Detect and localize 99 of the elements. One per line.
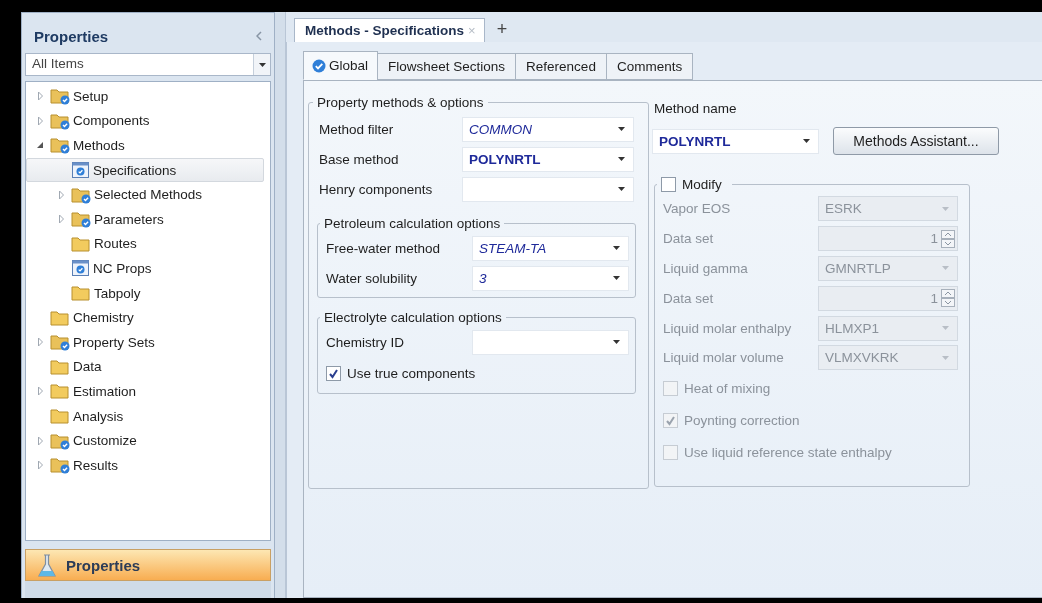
field-label: Method name xyxy=(654,101,738,118)
folder-icon xyxy=(71,284,91,303)
field-label: Vapor EOS xyxy=(663,201,732,217)
field-label: Free-water method xyxy=(326,240,442,256)
expand-arrow-icon[interactable] xyxy=(36,337,44,348)
dropdown-arrow-icon xyxy=(613,340,620,344)
checkbox-label: Poynting correction xyxy=(684,413,800,429)
folder-check-icon xyxy=(50,333,70,352)
checkbox-label: Use true components xyxy=(347,365,476,381)
tree-item[interactable]: Tabpoly xyxy=(26,280,264,306)
tree-item[interactable]: Methods xyxy=(26,133,264,158)
methods-assistant-button[interactable]: Methods Assistant... xyxy=(833,127,999,155)
tree-item[interactable]: Data xyxy=(26,354,264,380)
folder-icon xyxy=(50,407,70,425)
dropdown-field[interactable] xyxy=(472,329,629,355)
dropdown-arrow-icon xyxy=(613,246,620,250)
dropdown-arrow-icon xyxy=(942,206,949,211)
dropdown-field[interactable]: POLYNRTL xyxy=(652,128,819,154)
checkmark-icon xyxy=(328,367,339,379)
tree-item[interactable]: Routes xyxy=(26,231,264,257)
expand-arrow-icon[interactable] xyxy=(36,435,44,446)
expand-arrow-icon[interactable] xyxy=(36,460,44,471)
folder-check-icon xyxy=(50,87,70,106)
field-label: Water solubility xyxy=(326,270,419,286)
dropdown-field[interactable]: STEAM-TA xyxy=(472,235,629,261)
expanded-arrow-icon[interactable] xyxy=(36,141,44,150)
field-label: Data set xyxy=(663,290,715,306)
tab[interactable]: Referenced xyxy=(515,53,607,80)
folder-check-icon xyxy=(71,210,91,229)
dropdown-field[interactable]: POLYNRTL xyxy=(462,146,634,172)
tree-item[interactable]: Selected Methods xyxy=(26,182,264,207)
checkbox[interactable] xyxy=(326,365,341,381)
tab[interactable]: Comments xyxy=(605,53,694,80)
dropdown-arrow-icon xyxy=(618,187,625,191)
collapse-icon[interactable] xyxy=(256,31,262,41)
dropdown-arrow-icon xyxy=(803,139,810,143)
field-label: Liquid molar enthalpy xyxy=(663,320,793,336)
dropdown-field[interactable]: COMMON xyxy=(462,116,634,142)
folder-check-icon xyxy=(50,456,70,475)
form-check-icon xyxy=(71,161,90,180)
tree-item[interactable]: Estimation xyxy=(26,379,264,404)
field-label: Liquid gamma xyxy=(663,261,749,276)
expand-arrow-icon[interactable] xyxy=(36,91,44,102)
tree-item[interactable]: Customize xyxy=(26,428,264,453)
dropdown-arrow-icon xyxy=(942,355,949,360)
tree-item[interactable]: Setup xyxy=(26,84,264,109)
dropdown-arrow-icon xyxy=(618,127,625,131)
expand-arrow-icon[interactable] xyxy=(36,115,44,126)
filter-dropdown[interactable]: All Items xyxy=(25,53,271,76)
expand-arrow-icon[interactable] xyxy=(36,386,44,397)
group-title: Petroleum calculation options xyxy=(323,216,502,231)
flask-icon xyxy=(36,553,58,577)
expand-arrow-icon[interactable] xyxy=(57,214,65,225)
field-label: Method filter xyxy=(319,121,395,137)
checkbox-label: Use liquid reference state enthalpy xyxy=(684,445,892,461)
tree-item[interactable]: NC Props xyxy=(26,256,264,281)
folder-check-icon xyxy=(50,431,70,450)
navigation-button[interactable]: Properties xyxy=(25,549,271,581)
checkmark-icon xyxy=(665,415,676,427)
field-label: Data set xyxy=(663,231,715,247)
checkbox-label: Heat of mixing xyxy=(684,381,771,397)
panel-title: Properties xyxy=(34,27,109,45)
folder-icon xyxy=(50,382,70,401)
group-title: Electrolyte calculation options xyxy=(323,310,503,325)
dropdown-arrow-icon xyxy=(942,266,949,271)
folder-icon xyxy=(71,234,91,253)
group-title: Property methods & options xyxy=(316,95,485,110)
field-label: Chemistry ID xyxy=(326,334,405,350)
check-circle-icon xyxy=(312,58,326,73)
checkbox[interactable] xyxy=(661,177,676,192)
new-tab-button[interactable]: + xyxy=(490,19,514,42)
dropdown-arrow-icon xyxy=(613,276,620,280)
tree-item[interactable]: Specifications xyxy=(26,157,264,183)
folder-icon xyxy=(50,308,70,327)
dropdown-arrow-icon xyxy=(942,326,949,331)
field-label: Liquid molar volume xyxy=(663,350,785,366)
tree-item[interactable]: Analysis xyxy=(26,403,264,429)
folder-icon xyxy=(50,357,70,376)
folder-check-icon xyxy=(50,136,70,155)
tree-item[interactable]: Chemistry xyxy=(26,305,264,330)
field-label: Base method xyxy=(319,151,400,167)
form-check-icon xyxy=(71,259,90,278)
field-label: Henry components xyxy=(319,181,434,197)
tree-item[interactable]: Parameters xyxy=(26,206,264,232)
tree-item[interactable]: Results xyxy=(26,452,264,478)
document-tab[interactable]: Methods - Specifications × xyxy=(294,18,485,42)
dropdown-field[interactable]: 3 xyxy=(472,265,629,291)
tree-item[interactable]: Components xyxy=(26,108,264,134)
tab[interactable]: Global xyxy=(303,51,379,80)
dropdown-arrow-icon xyxy=(618,157,625,161)
tree-item[interactable]: Property Sets xyxy=(26,329,264,355)
splitter[interactable] xyxy=(275,12,286,598)
expand-arrow-icon[interactable] xyxy=(57,189,65,200)
folder-check-icon xyxy=(50,111,70,130)
checkbox-label: Modify xyxy=(682,177,722,192)
folder-check-icon xyxy=(71,185,91,204)
dropdown-arrow-icon xyxy=(258,62,266,67)
tab[interactable]: Flowsheet Sections xyxy=(377,53,517,80)
dropdown-field[interactable] xyxy=(462,176,634,202)
